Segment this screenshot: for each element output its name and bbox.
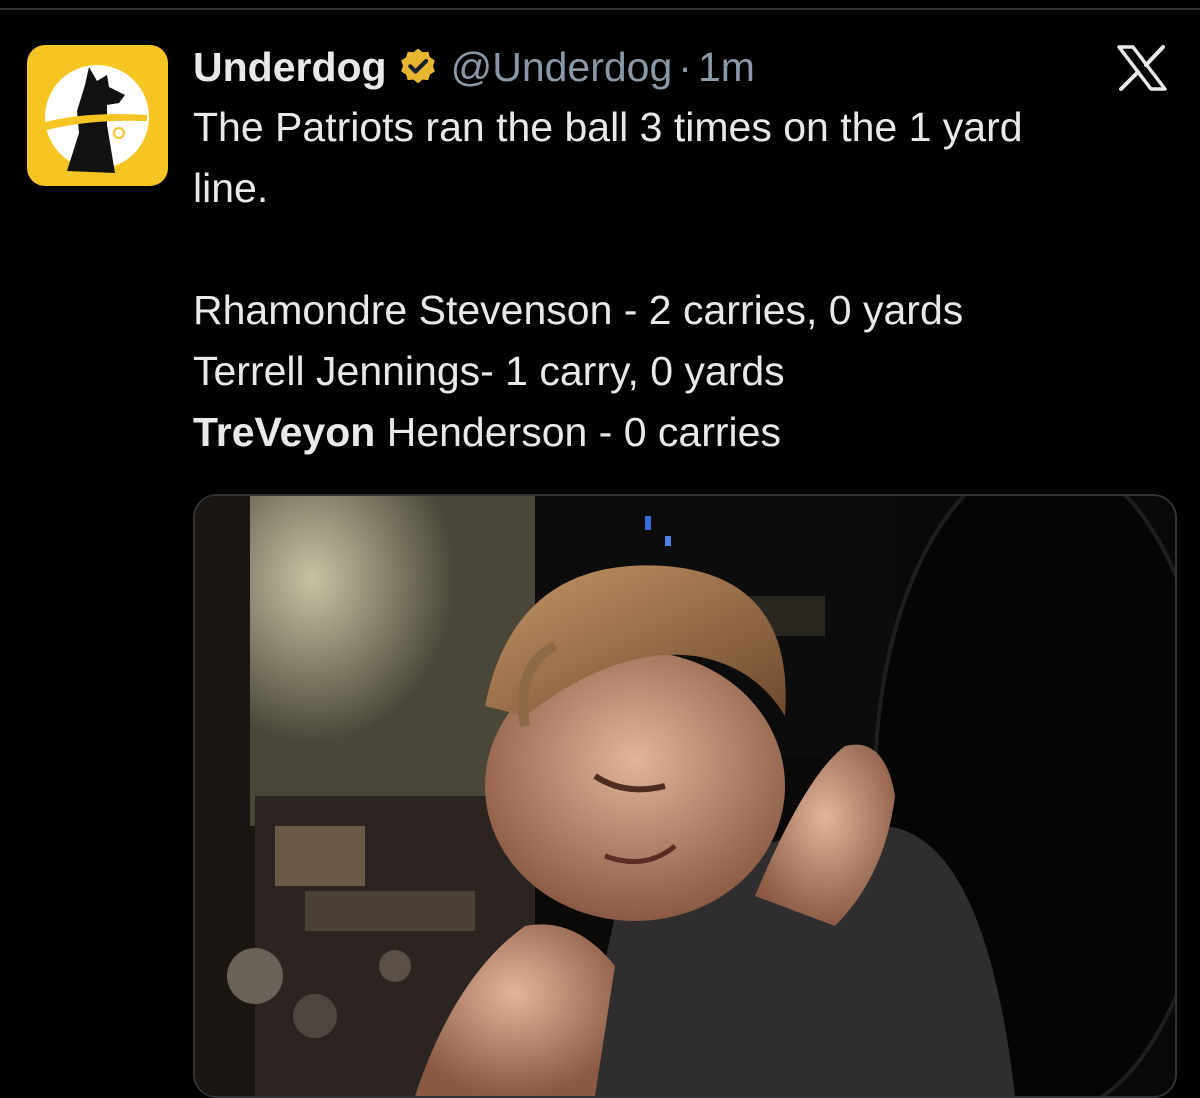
x-logo-icon[interactable] <box>1117 45 1167 91</box>
display-name[interactable]: Underdog <box>193 44 387 91</box>
tweet-text-line: line. <box>193 165 269 211</box>
timestamp[interactable]: 1m <box>698 44 755 91</box>
verified-badge-icon <box>400 48 435 84</box>
handle[interactable]: @Underdog <box>451 44 673 91</box>
stat-name-bold: TreVeyon <box>193 409 376 455</box>
stat-rest: Henderson - 0 carries <box>375 409 781 455</box>
stat-line-henderson: TreVeyon Henderson - 0 carries <box>193 402 1183 463</box>
tweet-header: Underdog @Underdog · 1m <box>193 38 1183 96</box>
tweet-body: Underdog @Underdog · 1m The Patriots ran… <box>193 38 1183 463</box>
photo-image <box>195 496 1175 1096</box>
tweet-photo[interactable] <box>193 494 1177 1098</box>
separator-dot: · <box>678 43 692 90</box>
stat-line-jennings: Terrell Jennings- 1 carry, 0 yards <box>193 348 785 394</box>
avatar[interactable] <box>27 45 168 186</box>
top-divider <box>0 8 1200 10</box>
stat-line-stevenson: Rhamondre Stevenson - 2 carries, 0 yards <box>193 287 964 333</box>
underdog-dog-logo-icon <box>27 45 168 186</box>
tweet-text-line: The Patriots ran the ball 3 times on the… <box>193 104 1023 150</box>
tweet-text: The Patriots ran the ball 3 times on the… <box>193 97 1183 463</box>
